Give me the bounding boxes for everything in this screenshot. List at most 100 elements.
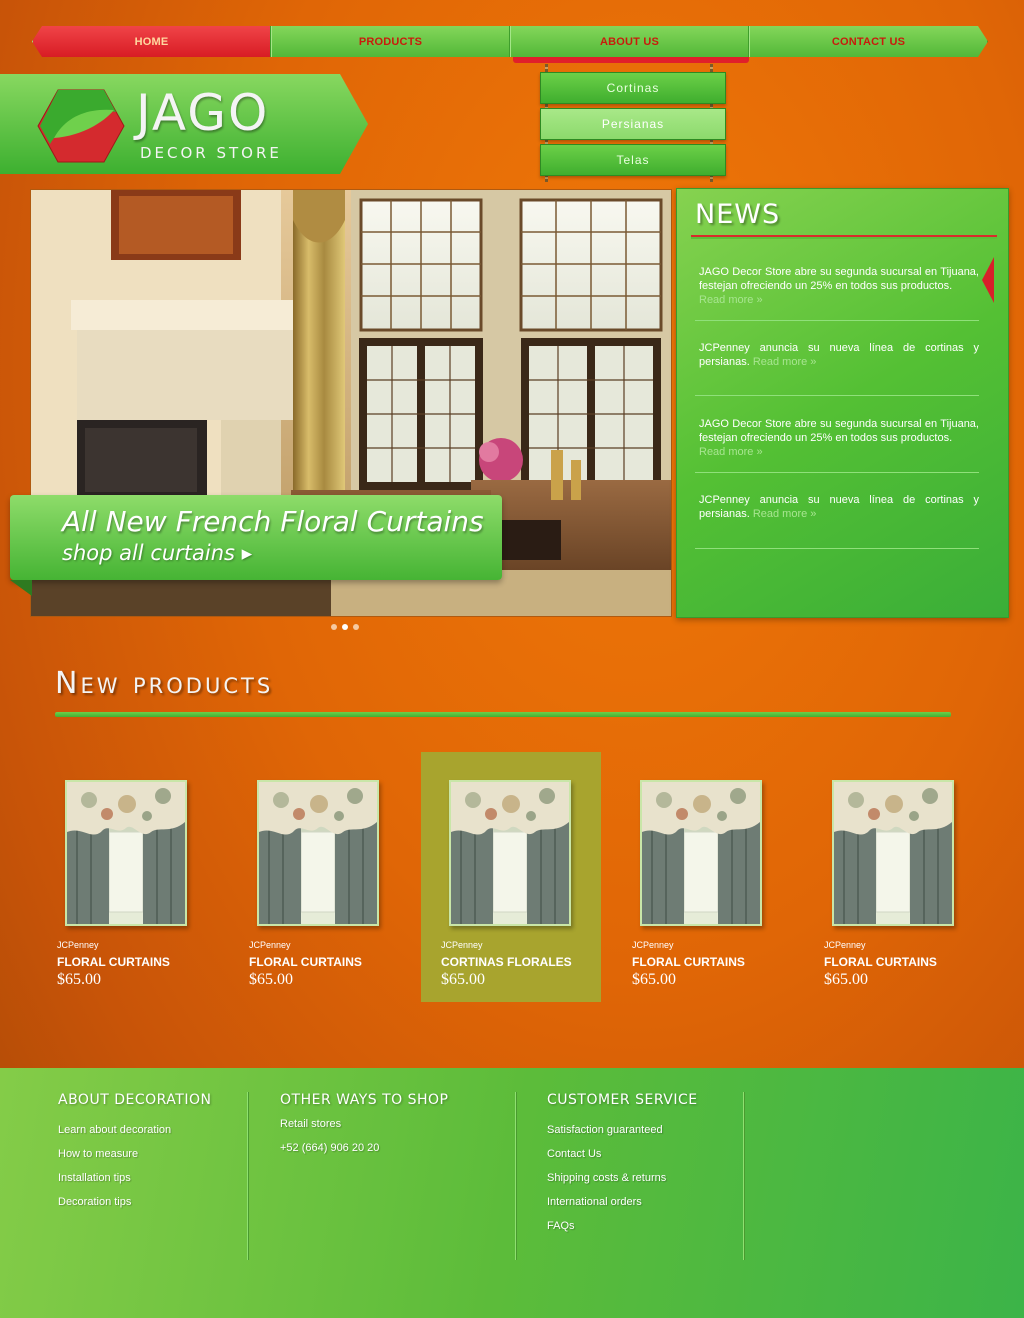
product-brand: JCPenney	[441, 940, 483, 950]
news-divider	[695, 395, 979, 396]
curtain-image	[259, 782, 377, 924]
product-card[interactable]: JCPenney FLORAL CURTAINS $65.00	[56, 752, 236, 1002]
news-title-rule	[691, 235, 997, 239]
nav-home[interactable]: HOME	[32, 26, 271, 57]
product-name[interactable]: FLORAL CURTAINS	[824, 955, 937, 969]
footer-divider	[743, 1092, 744, 1260]
news-divider	[695, 320, 979, 321]
dropdown-label: Persianas	[601, 117, 665, 131]
footer-service-column: CUSTOMER SERVICE Satisfaction guaranteed…	[547, 1092, 698, 1238]
banner-fold	[10, 580, 32, 596]
footer-link-retail-stores[interactable]: Retail stores	[280, 1112, 448, 1136]
footer-link-satisfaction-guaranteed[interactable]: Satisfaction guaranteed	[547, 1118, 698, 1142]
read-more-link[interactable]: Read more »	[699, 446, 763, 458]
main-nav: HOME PRODUCTS ABOUT US CONTACT US	[32, 26, 988, 57]
product-card[interactable]: JCPenney FLORAL CURTAINS $65.00	[248, 752, 428, 1002]
footer-shop-heading: OTHER WAYS TO SHOP	[280, 1092, 449, 1108]
product-image[interactable]	[449, 780, 571, 926]
curtain-image	[642, 782, 760, 924]
about-dropdown: Cortinas Persianas Telas	[540, 64, 726, 182]
news-panel: NEWS JAGO Decor Store abre su segunda su…	[676, 188, 1009, 618]
footer-link-how-to-measure[interactable]: How to measure	[58, 1142, 211, 1166]
product-card-active[interactable]: JCPenney CORTINAS FLORALES $65.00	[421, 752, 601, 1002]
curtain-image	[834, 782, 952, 924]
curtain-image	[451, 782, 569, 924]
product-brand: JCPenney	[632, 940, 674, 950]
product-price: $65.00	[632, 971, 676, 988]
news-item[interactable]: JAGO Decor Store abre su segunda sucursa…	[699, 417, 979, 459]
footer-link-learn-about-decoration[interactable]: Learn about decoration	[58, 1118, 211, 1142]
product-name[interactable]: FLORAL CURTAINS	[632, 955, 745, 969]
read-more-link[interactable]: Read more »	[753, 508, 817, 520]
news-text: JAGO Decor Store abre su segunda sucursa…	[699, 266, 979, 292]
read-more-link[interactable]: Read more »	[753, 356, 817, 368]
slide-dot-3[interactable]	[353, 624, 359, 630]
hero-banner[interactable]: All New French Floral Curtains shop all …	[10, 495, 502, 580]
product-name[interactable]: CORTINAS FLORALES	[441, 955, 572, 969]
product-card[interactable]: JCPenney FLORAL CURTAINS $65.00	[631, 752, 811, 1002]
nav-contact-us-label: CONTACT US	[831, 35, 906, 48]
footer-about-heading: ABOUT DECORATION	[58, 1092, 212, 1108]
read-more-link[interactable]: Read more »	[699, 294, 763, 306]
slideshow-dots	[331, 624, 359, 630]
curtain-image	[67, 782, 185, 924]
new-products-title: New products	[55, 666, 274, 701]
hexagon-leaf-icon	[37, 89, 125, 163]
dropdown-item-persianas[interactable]: Persianas	[540, 108, 726, 140]
footer-link-installation-tips[interactable]: Installation tips	[58, 1166, 211, 1190]
dropdown-label: Telas	[616, 153, 650, 167]
news-divider	[695, 472, 979, 473]
dropdown-label: Cortinas	[606, 81, 660, 95]
product-price: $65.00	[824, 971, 868, 988]
news-text: JCPenney anuncia su nueva línea de corti…	[699, 494, 979, 520]
news-text: JAGO Decor Store abre su segunda sucursa…	[699, 418, 979, 444]
news-text: JCPenney anuncia su nueva línea de corti…	[699, 342, 979, 368]
footer-link-decoration-tips[interactable]: Decoration tips	[58, 1190, 211, 1214]
product-brand: JCPenney	[249, 940, 291, 950]
footer-link-international-orders[interactable]: International orders	[547, 1190, 698, 1214]
footer-link-shipping-costs-returns[interactable]: Shipping costs & returns	[547, 1166, 698, 1190]
nav-active-underline	[513, 57, 749, 63]
nav-about-us-label: ABOUT US	[599, 35, 660, 48]
footer-divider	[515, 1092, 516, 1260]
product-brand: JCPenney	[57, 940, 99, 950]
nav-about-us[interactable]: ABOUT US	[510, 26, 749, 57]
footer: ABOUT DECORATION Learn about decoration …	[0, 1068, 1024, 1318]
banner-title: All New French Floral Curtains	[62, 505, 484, 538]
product-brand: JCPenney	[824, 940, 866, 950]
new-products-rule	[55, 712, 951, 717]
product-image[interactable]	[65, 780, 187, 926]
nav-contact-us[interactable]: CONTACT US	[749, 26, 988, 57]
product-price: $65.00	[249, 971, 293, 988]
footer-link-contact-us[interactable]: Contact Us	[547, 1142, 698, 1166]
footer-about-column: ABOUT DECORATION Learn about decoration …	[58, 1092, 211, 1214]
slide-dot-2[interactable]	[342, 624, 348, 630]
slide-dot-1[interactable]	[331, 624, 337, 630]
footer-divider	[247, 1092, 248, 1260]
product-price: $65.00	[441, 971, 485, 988]
news-selected-arrow-icon	[982, 257, 994, 303]
dropdown-item-telas[interactable]: Telas	[540, 144, 726, 176]
news-title: NEWS	[695, 199, 781, 230]
news-divider	[695, 548, 979, 549]
nav-home-label: HOME	[134, 35, 169, 48]
footer-shop-column: OTHER WAYS TO SHOP Retail stores +52 (66…	[280, 1092, 448, 1160]
footer-link-faqs[interactable]: FAQs	[547, 1214, 698, 1238]
nav-products-label: PRODUCTS	[358, 35, 423, 48]
nav-products[interactable]: PRODUCTS	[271, 26, 510, 57]
news-item[interactable]: JCPenney anuncia su nueva línea de corti…	[699, 493, 979, 521]
dropdown-item-cortinas[interactable]: Cortinas	[540, 72, 726, 104]
news-item[interactable]: JAGO Decor Store abre su segunda sucursa…	[699, 265, 979, 307]
product-card[interactable]: JCPenney FLORAL CURTAINS $65.00	[823, 752, 1003, 1002]
shop-all-curtains-link[interactable]: shop all curtains ▸	[62, 541, 252, 565]
product-image[interactable]	[832, 780, 954, 926]
logo-subtitle: DECOR STORE	[140, 144, 282, 162]
logo[interactable]: JAGO DECOR STORE	[0, 74, 368, 174]
product-name[interactable]: FLORAL CURTAINS	[249, 955, 362, 969]
product-image[interactable]	[640, 780, 762, 926]
product-name[interactable]: FLORAL CURTAINS	[57, 955, 170, 969]
news-item[interactable]: JCPenney anuncia su nueva línea de corti…	[699, 341, 979, 369]
product-image[interactable]	[257, 780, 379, 926]
footer-phone-number[interactable]: +52 (664) 906 20 20	[280, 1136, 448, 1160]
footer-service-heading: CUSTOMER SERVICE	[547, 1092, 698, 1108]
